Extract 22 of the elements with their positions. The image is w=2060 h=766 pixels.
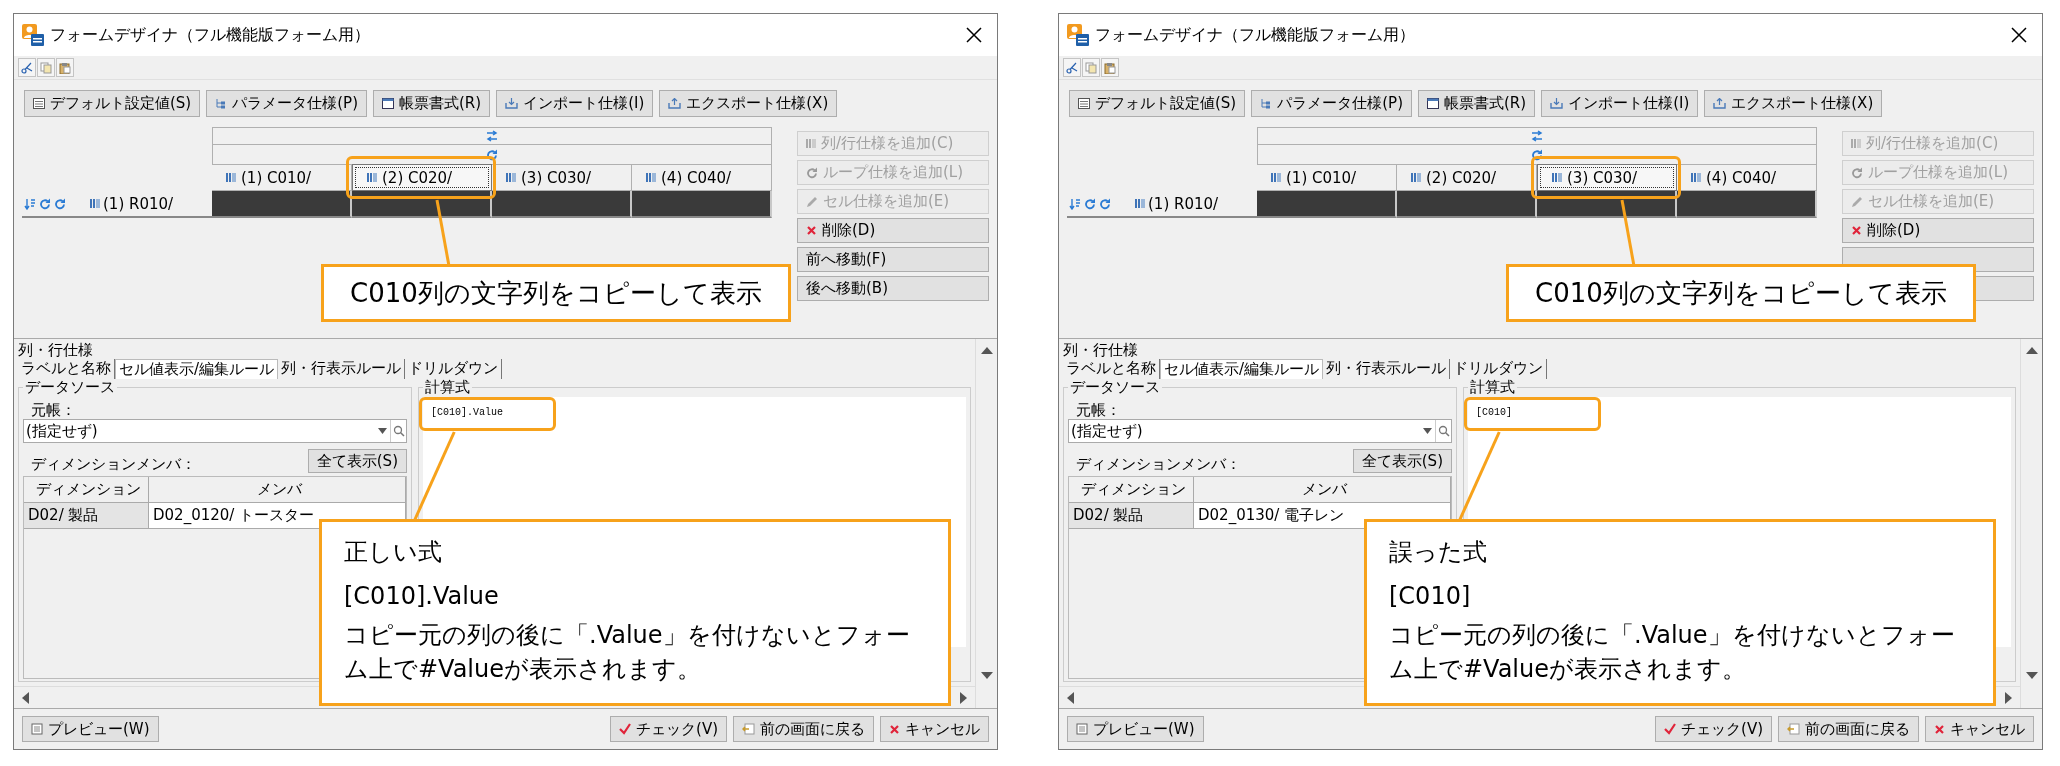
field-label: ディメンションメンバ：	[1075, 454, 1242, 473]
callout-formula: [C010]	[1389, 581, 1472, 612]
field-label: ディメンションメンバ：	[30, 454, 197, 473]
table-cell: D02/ 製品	[1069, 503, 1194, 529]
group-label: データソース	[24, 379, 116, 395]
callout-text: コピー元の列の後に「.Value」を付けないとフォーム上で#Valueが表示されます。	[1389, 620, 1956, 685]
group-label: データソース	[1069, 379, 1161, 395]
callout-text: コピー元の列の後に「.Value」を付けないとフォーム上で#Valueが表示されます。	[344, 620, 911, 685]
table-cell: D02/ 製品	[24, 503, 149, 529]
section-title: 列・行仕様	[17, 340, 94, 359]
callout-tooltip: C010列の文字列をコピーして表示	[321, 264, 791, 322]
callout-tooltip: C010列の文字列をコピーして表示	[1506, 264, 1976, 322]
field-label: 元帳：	[1076, 401, 1121, 419]
window-title: フォームデザイナ（フル機能版フォーム用）	[50, 24, 371, 46]
group-label: 計算式	[1469, 379, 1516, 395]
window-title: フォームデザイナ（フル機能版フォーム用）	[1095, 24, 1416, 46]
field-label: 元帳：	[31, 401, 76, 419]
group-label: 計算式	[424, 379, 471, 395]
section-title: 列・行仕様	[1062, 340, 1139, 359]
callout-title: 正しい式	[344, 537, 443, 568]
callout-title: 誤った式	[1389, 537, 1488, 568]
callout-formula: [C010].Value	[344, 581, 500, 612]
